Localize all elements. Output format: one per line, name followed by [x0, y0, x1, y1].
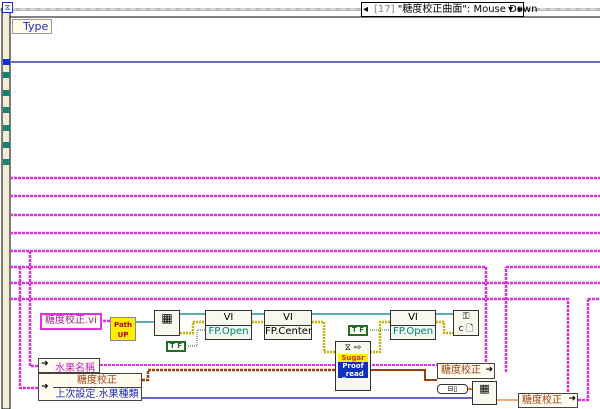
arrow-icon: ➜	[485, 365, 493, 375]
vi-name-constant[interactable]: 糖度校正.vi	[40, 313, 102, 330]
fp-center-node[interactable]: VI FP.Center	[264, 310, 312, 340]
dropdown-arrow-icon[interactable]: ▾	[508, 3, 513, 16]
unbundle-field: 糖度校正	[53, 374, 141, 388]
unbundle-field: 上次設定.水果種類	[55, 389, 139, 400]
vi-class-label: VI	[408, 312, 418, 323]
subvi-line2: Proof	[342, 362, 364, 370]
event-data-node-type[interactable]: Type	[12, 19, 53, 34]
build-path-node[interactable]: ▦	[154, 310, 180, 336]
unbundle-by-name-2[interactable]: ➜ 糖度校正 上次設定.水果種類	[38, 373, 142, 401]
path-up-subvi[interactable]: Path UP	[110, 317, 136, 341]
block-diagram-wires	[0, 7, 600, 409]
method-label: FP.Center	[265, 325, 313, 337]
vi-class-label: VI	[283, 312, 293, 323]
method-label: FP.Open	[206, 325, 251, 337]
unbundle-field: 水果名稱	[55, 363, 95, 374]
arrow-icon: ➜	[41, 359, 49, 369]
path-up-line1: Path	[114, 321, 132, 329]
arrow-icon: ➜	[568, 394, 576, 404]
close-reference-node[interactable]: ⚿ c 🗋	[453, 310, 479, 336]
boolean-constant[interactable]: T F	[166, 341, 186, 352]
path-up-line2: UP	[117, 331, 129, 339]
ring-constant[interactable]: ⊟▯	[437, 384, 468, 394]
fp-open-node-2[interactable]: VI FP.Open	[390, 310, 436, 340]
method-label: FP.Open	[391, 325, 435, 337]
event-case-selector[interactable]: [17] "糖度校正曲面": Mouse Down ▾ ◂ ▸	[361, 2, 537, 17]
event-structure-icon[interactable]: ⧖	[2, 2, 13, 13]
bundle-field: 糖度校正	[522, 395, 562, 406]
arrow-icon: ➜	[41, 382, 49, 392]
array-node[interactable]: ▦	[472, 381, 497, 405]
next-case-icon[interactable]: ▸	[518, 3, 523, 16]
unbundle-by-name-1[interactable]: ➜ 水果名稱	[38, 358, 100, 374]
event-index: [17]	[374, 4, 395, 15]
bundle-by-name-1[interactable]: 糖度校正 ➜	[437, 363, 495, 379]
prev-case-icon[interactable]: ◂	[363, 3, 368, 16]
bundle-field: 糖度校正	[441, 365, 481, 376]
fp-open-node-1[interactable]: VI FP.Open	[205, 310, 252, 340]
bundle-by-name-2[interactable]: 糖度校正 ➜	[518, 393, 578, 408]
wait-icon: ⧖ ⇨	[344, 343, 362, 353]
boolean-constant-2[interactable]: T F	[348, 325, 368, 336]
subvi-line3: _read	[342, 370, 364, 378]
sugar-proof-subvi[interactable]: ⧖ ⇨ Sugar Proof _read	[335, 341, 371, 391]
vi-class-label: VI	[223, 312, 234, 323]
event-label: "糖度校正曲面": Mouse Down	[397, 4, 538, 15]
subvi-line1: Sugar	[338, 354, 368, 362]
